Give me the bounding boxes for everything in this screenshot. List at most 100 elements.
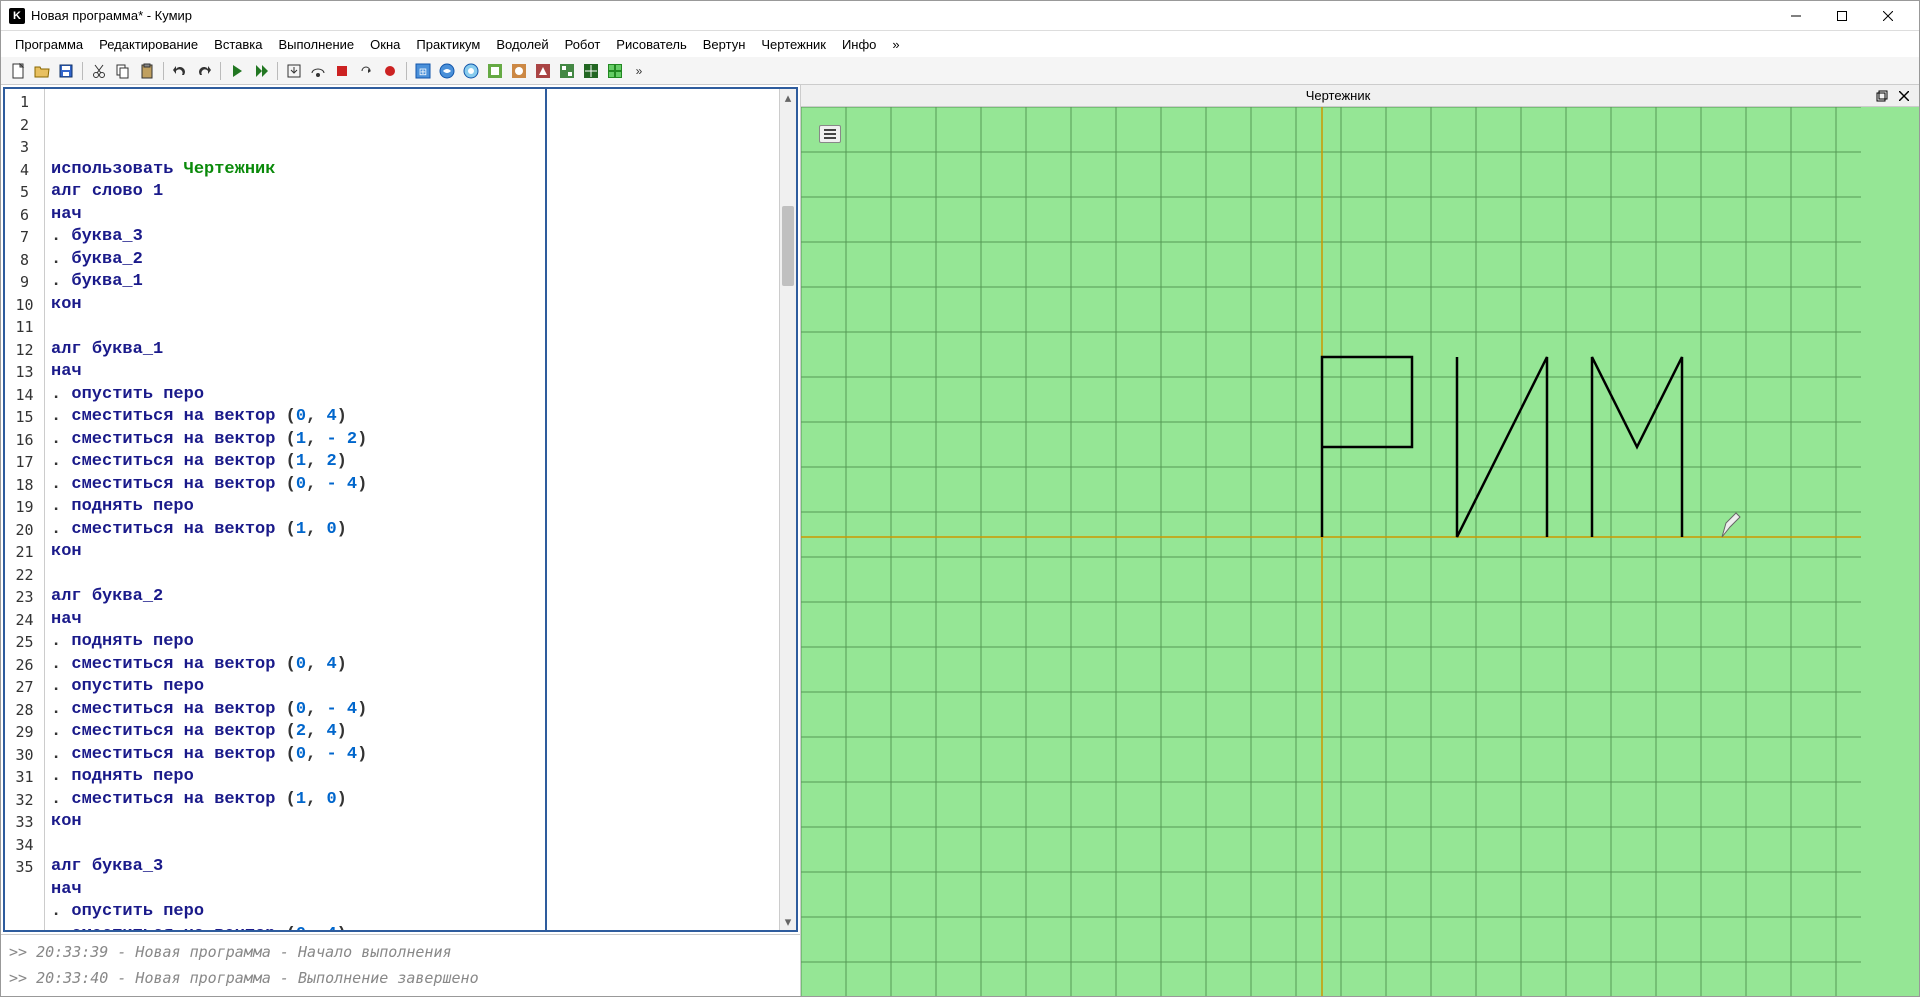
panel-header: Чертежник	[801, 85, 1919, 107]
actor8-icon[interactable]	[580, 60, 602, 82]
actor6-icon[interactable]	[532, 60, 554, 82]
maximize-button[interactable]	[1819, 1, 1865, 31]
close-button[interactable]	[1865, 1, 1911, 31]
menu-item-7[interactable]: Робот	[557, 34, 609, 55]
line-number: 12	[5, 339, 44, 362]
minimize-button[interactable]	[1773, 1, 1819, 31]
svg-text:»: »	[636, 64, 643, 78]
code-line[interactable]: алг буква_1	[51, 339, 773, 362]
line-number: 25	[5, 631, 44, 654]
code-line[interactable]: . опустить перо	[51, 901, 773, 924]
step-out-icon[interactable]	[355, 60, 377, 82]
code-line[interactable]: нач	[51, 204, 773, 227]
code-line[interactable]: . сместиться на вектор (0, - 4)	[51, 699, 773, 722]
scroll-thumb[interactable]	[782, 206, 794, 286]
code-line[interactable]: . сместиться на вектор (0, 4)	[51, 654, 773, 677]
menu-item-2[interactable]: Вставка	[206, 34, 270, 55]
code-line[interactable]: . буква_3	[51, 226, 773, 249]
code-line[interactable]: . опустить перо	[51, 384, 773, 407]
actor2-icon[interactable]	[436, 60, 458, 82]
menu-item-1[interactable]: Редактирование	[91, 34, 206, 55]
toolbar-separator	[277, 62, 278, 80]
copy-icon[interactable]	[112, 60, 134, 82]
code-line[interactable]: . сместиться на вектор (0, - 4)	[51, 744, 773, 767]
code-line[interactable]: . буква_2	[51, 249, 773, 272]
code-line[interactable]: . сместиться на вектор (1, 0)	[51, 519, 773, 542]
step-into-icon[interactable]	[283, 60, 305, 82]
code-line[interactable]: . сместиться на вектор (0, 4)	[51, 406, 773, 429]
more-icon[interactable]: »	[628, 60, 650, 82]
code-line[interactable]: . поднять перо	[51, 496, 773, 519]
step-over-icon[interactable]	[307, 60, 329, 82]
code-line[interactable]: . сместиться на вектор (0, 4)	[51, 924, 773, 931]
code-line[interactable]: . поднять перо	[51, 766, 773, 789]
redo-icon[interactable]	[193, 60, 215, 82]
drawing-canvas[interactable]	[801, 107, 1919, 996]
menu-item-3[interactable]: Выполнение	[270, 34, 362, 55]
actor5-icon[interactable]	[508, 60, 530, 82]
open-file-icon[interactable]	[31, 60, 53, 82]
code-line[interactable]: . сместиться на вектор (1, 2)	[51, 451, 773, 474]
menu-item-12[interactable]: »	[884, 34, 907, 55]
right-pane: Чертежник	[801, 85, 1919, 996]
code-line[interactable]: нач	[51, 609, 773, 632]
cut-icon[interactable]	[88, 60, 110, 82]
menu-item-6[interactable]: Водолей	[488, 34, 556, 55]
breakpoint-icon[interactable]	[379, 60, 401, 82]
scroll-up-arrow[interactable]: ▴	[780, 89, 796, 106]
code-line[interactable]: . сместиться на вектор (1, 0)	[51, 789, 773, 812]
menu-item-0[interactable]: Программа	[7, 34, 91, 55]
output-console[interactable]: >> 20:33:39 - Новая программа - Начало в…	[1, 934, 800, 996]
code-line[interactable]: . сместиться на вектор (2, 4)	[51, 721, 773, 744]
menu-item-11[interactable]: Инфо	[834, 34, 884, 55]
code-line[interactable]: . буква_1	[51, 271, 773, 294]
canvas-grid	[801, 107, 1861, 996]
panel-close-button[interactable]	[1895, 87, 1913, 105]
menu-item-9[interactable]: Вертун	[695, 34, 754, 55]
code-line[interactable]: алг буква_3	[51, 856, 773, 879]
actor4-icon[interactable]	[484, 60, 506, 82]
code-line[interactable]: кон	[51, 541, 773, 564]
code-line[interactable]: кон	[51, 811, 773, 834]
code-line[interactable]: . опустить перо	[51, 676, 773, 699]
undo-icon[interactable]	[169, 60, 191, 82]
panel-title: Чертежник	[807, 88, 1869, 103]
code-line[interactable]: кон	[51, 294, 773, 317]
code-line[interactable]: . сместиться на вектор (0, - 4)	[51, 474, 773, 497]
code-line[interactable]: . сместиться на вектор (1, - 2)	[51, 429, 773, 452]
code-line[interactable]: алг буква_2	[51, 586, 773, 609]
code-line[interactable]	[51, 316, 773, 339]
actor3-icon[interactable]	[460, 60, 482, 82]
code-line[interactable]: алг слово 1	[51, 181, 773, 204]
menu-item-5[interactable]: Практикум	[408, 34, 488, 55]
scroll-track[interactable]	[780, 106, 796, 913]
vertical-scrollbar[interactable]: ▴ ▾	[779, 89, 796, 930]
actor1-icon[interactable]: ⊞	[412, 60, 434, 82]
code-area[interactable]: использовать Чертежникалг слово 1нач. бу…	[45, 89, 779, 930]
run-icon[interactable]	[226, 60, 248, 82]
paste-icon[interactable]	[136, 60, 158, 82]
code-line[interactable]	[51, 834, 773, 857]
menu-item-10[interactable]: Чертежник	[753, 34, 834, 55]
canvas-menu-button[interactable]	[819, 125, 841, 143]
code-line[interactable]	[51, 564, 773, 587]
menu-item-8[interactable]: Рисователь	[608, 34, 694, 55]
new-file-icon[interactable]	[7, 60, 29, 82]
code-line[interactable]: нач	[51, 879, 773, 902]
line-number: 34	[5, 834, 44, 857]
scroll-down-arrow[interactable]: ▾	[780, 913, 796, 930]
actor7-icon[interactable]	[556, 60, 578, 82]
menu-item-4[interactable]: Окна	[362, 34, 408, 55]
actor9-icon[interactable]	[604, 60, 626, 82]
run-step-icon[interactable]	[250, 60, 272, 82]
app-window: K Новая программа* - Кумир ПрограммаРеда…	[0, 0, 1920, 997]
code-line[interactable]: использовать Чертежник	[51, 159, 773, 182]
line-number: 30	[5, 744, 44, 767]
line-number: 29	[5, 721, 44, 744]
stop-icon[interactable]	[331, 60, 353, 82]
code-line[interactable]: . поднять перо	[51, 631, 773, 654]
panel-detach-button[interactable]	[1873, 87, 1891, 105]
save-icon[interactable]	[55, 60, 77, 82]
code-editor[interactable]: 1234567891011121314151617181920212223242…	[3, 87, 798, 932]
code-line[interactable]: нач	[51, 361, 773, 384]
